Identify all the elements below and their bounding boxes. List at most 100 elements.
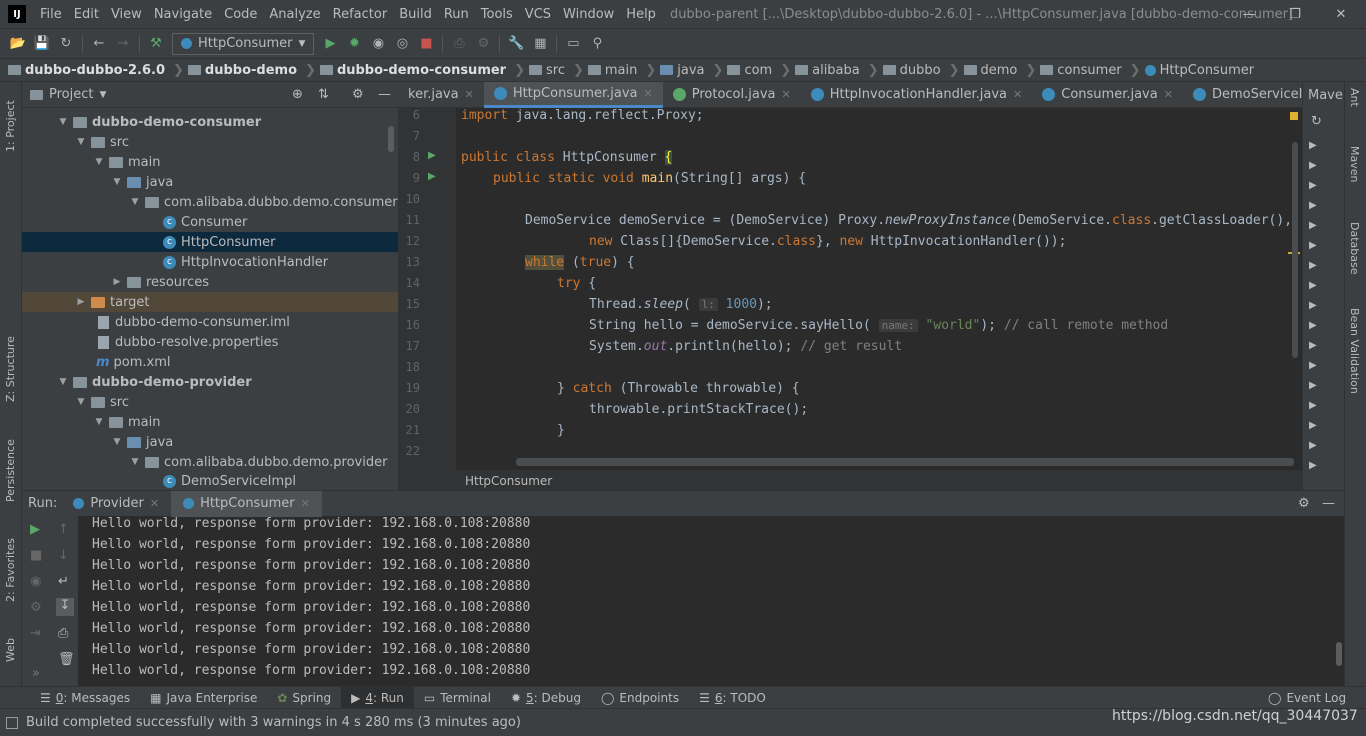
- forward-icon[interactable]: →: [111, 33, 135, 55]
- restore-icon[interactable]: ❐: [1272, 0, 1318, 28]
- settings-icon[interactable]: ⚙: [30, 600, 42, 615]
- project-tool-button[interactable]: 1: Project: [4, 100, 17, 152]
- close-tab-icon[interactable]: ✕: [644, 87, 653, 100]
- tree-item-main[interactable]: ▼ main: [22, 152, 398, 172]
- console-output[interactable]: Hello world, response form provider: 192…: [78, 516, 1344, 686]
- close-tab-icon[interactable]: ✕: [1164, 88, 1173, 101]
- structure-tool-button[interactable]: Z: Structure: [4, 336, 17, 402]
- expanded-arrow-icon[interactable]: ▼: [94, 417, 104, 427]
- tree-item-target[interactable]: ▶ target: [22, 292, 398, 312]
- tree-item-java[interactable]: ▼ java: [22, 172, 398, 192]
- maven-project-row[interactable]: ▶: [1309, 320, 1317, 331]
- menu-vcs[interactable]: VCS: [519, 7, 557, 22]
- project-panel-title[interactable]: Project: [49, 87, 93, 102]
- sync-icon[interactable]: ↻: [54, 33, 78, 55]
- maven-project-row[interactable]: ▶: [1309, 280, 1317, 291]
- bean-validation-tool-button[interactable]: Bean Validation: [1348, 308, 1361, 394]
- run-tool-button[interactable]: ▶ 4: Run: [341, 686, 414, 709]
- terminal-tool-button[interactable]: ▭ Terminal: [414, 687, 501, 709]
- tree-item-demoserviceimpl[interactable]: c DemoServiceImpl: [22, 472, 398, 490]
- menu-analyze[interactable]: Analyze: [263, 7, 326, 22]
- locate-target-icon[interactable]: ⊕: [292, 87, 303, 102]
- camera-icon[interactable]: ◉: [30, 574, 41, 589]
- maven-project-row[interactable]: ▶: [1309, 200, 1317, 211]
- maven-project-row[interactable]: ▶: [1309, 440, 1317, 451]
- menu-edit[interactable]: Edit: [68, 7, 105, 22]
- save-all-icon[interactable]: 💾: [30, 33, 54, 55]
- expanded-arrow-icon[interactable]: ▼: [112, 437, 122, 447]
- maven-project-row[interactable]: ▶: [1309, 160, 1317, 171]
- breadcrumb-httpconsumer[interactable]: HttpConsumer: [1144, 63, 1259, 78]
- maven-tool-button[interactable]: Maven: [1348, 146, 1361, 182]
- breadcrumb-java[interactable]: java: [660, 63, 708, 78]
- event-log-tool-button[interactable]: ◯ Event Log: [1258, 687, 1356, 709]
- trash-icon[interactable]: 🗑: [58, 652, 75, 667]
- hide-panel-icon[interactable]: —: [378, 87, 391, 102]
- tree-item-provider-src[interactable]: ▼ src: [22, 392, 398, 412]
- reload-icon[interactable]: ↻: [1311, 114, 1322, 129]
- breadcrumb-main[interactable]: main: [587, 63, 641, 78]
- close-tab-icon[interactable]: ✕: [150, 497, 159, 510]
- scroll-to-end-icon[interactable]: ↧: [56, 598, 74, 616]
- java-enterprise-tool-button[interactable]: ▦ Java Enterprise: [140, 687, 267, 709]
- search-icon[interactable]: ⚲: [585, 33, 609, 55]
- editor-breadcrumb-class[interactable]: HttpConsumer: [465, 474, 552, 488]
- editor-vertical-scrollbar[interactable]: [1292, 142, 1298, 358]
- console-scrollbar[interactable]: [1336, 642, 1342, 666]
- tree-item-provider-main[interactable]: ▼ main: [22, 412, 398, 432]
- chevron-down-icon[interactable]: ▼: [99, 90, 106, 100]
- code-area[interactable]: import java.lang.reflect.Proxy; public c…: [456, 108, 1302, 470]
- hide-panel-icon[interactable]: —: [1322, 496, 1335, 511]
- close-icon[interactable]: ✕: [1318, 0, 1364, 28]
- back-icon[interactable]: ←: [87, 33, 111, 55]
- tab-consumer[interactable]: Consumer.java ✕: [1032, 82, 1183, 108]
- run-icon[interactable]: ▶: [318, 33, 342, 55]
- debug-tool-button[interactable]: ✹ 5: Debug: [501, 687, 591, 709]
- favorites-tool-button[interactable]: 2: Favorites: [4, 538, 17, 602]
- coverage-icon[interactable]: ◉: [366, 33, 390, 55]
- menu-build[interactable]: Build: [393, 7, 438, 22]
- tree-item-resources[interactable]: ▶ resources: [22, 272, 398, 292]
- menu-code[interactable]: Code: [218, 7, 263, 22]
- maven-project-row[interactable]: ▶: [1309, 140, 1317, 151]
- maven-project-row[interactable]: ▶: [1309, 460, 1317, 471]
- tree-scrollbar[interactable]: [388, 126, 394, 152]
- run-tab-provider[interactable]: Provider ✕: [61, 491, 171, 517]
- tree-item-consumer-module[interactable]: ▼ dubbo-demo-consumer: [22, 112, 398, 132]
- breadcrumb-dubbo-demo[interactable]: dubbo-demo: [187, 63, 301, 78]
- ant-tool-button[interactable]: Ant: [1348, 88, 1361, 107]
- maven-project-row[interactable]: ▶: [1309, 180, 1317, 191]
- login-icon[interactable]: ⇥: [30, 626, 41, 641]
- expanded-arrow-icon[interactable]: ▼: [130, 457, 140, 467]
- rerun-icon[interactable]: ▶: [30, 522, 40, 537]
- breadcrumb-demo[interactable]: demo: [963, 63, 1022, 78]
- tree-item-httpinvocationhandler[interactable]: c HttpInvocationHandler: [22, 252, 398, 272]
- maven-project-row[interactable]: ▶: [1309, 240, 1317, 251]
- tab-invoker[interactable]: ker.java ✕: [398, 82, 484, 108]
- vcs-commit-icon[interactable]: ⚙: [471, 33, 495, 55]
- vcs-update-icon[interactable]: ⎙: [447, 33, 471, 55]
- status-toggle-icon[interactable]: [6, 716, 18, 729]
- run-configuration-select[interactable]: HttpConsumer ▼: [172, 32, 315, 55]
- close-tab-icon[interactable]: ✕: [465, 88, 474, 101]
- tree-item-properties[interactable]: dubbo-resolve.properties: [22, 332, 398, 352]
- project-structure-icon[interactable]: ▦: [528, 33, 552, 55]
- menu-refactor[interactable]: Refactor: [327, 7, 394, 22]
- print-icon[interactable]: ⎙: [58, 626, 68, 641]
- expanded-arrow-icon[interactable]: ▼: [58, 377, 68, 387]
- maven-project-row[interactable]: ▶: [1309, 360, 1317, 371]
- status-message[interactable]: Build completed successfully with 3 warn…: [26, 715, 521, 730]
- tree-item-iml[interactable]: dubbo-demo-consumer.iml: [22, 312, 398, 332]
- run-gutter-icon[interactable]: ▶: [428, 150, 436, 161]
- tree-item-consumer-package[interactable]: ▼ com.alibaba.dubbo.demo.consumer: [22, 192, 398, 212]
- tree-item-httpconsumer[interactable]: c HttpConsumer: [22, 232, 398, 252]
- messages-tool-button[interactable]: ☰ 0: Messages: [30, 687, 140, 709]
- todo-tool-button[interactable]: ☰ 6: TODO: [689, 687, 776, 709]
- maven-project-row[interactable]: ▶: [1309, 300, 1317, 311]
- tab-protocol[interactable]: Protocol.java ✕: [663, 82, 801, 108]
- collapsed-arrow-icon[interactable]: ▶: [112, 277, 122, 287]
- profile-icon[interactable]: ◎: [390, 33, 414, 55]
- tree-item-src[interactable]: ▼ src: [22, 132, 398, 152]
- menu-help[interactable]: Help: [620, 7, 662, 22]
- breadcrumb-dubbo[interactable]: dubbo: [882, 63, 945, 78]
